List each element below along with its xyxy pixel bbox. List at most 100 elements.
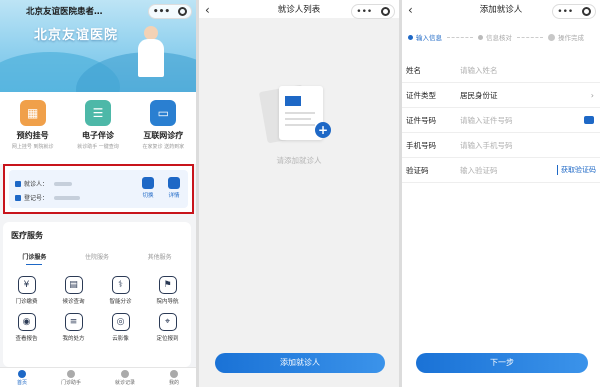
tab-inpatient[interactable]: 住院服务 [85,252,109,261]
triage-icon: ⚕ [111,276,130,294]
registration-row: 登记号： [15,193,81,202]
field-label: 验证码 [406,165,429,175]
service-triage[interactable]: ⚕ 智能分诊 [97,276,144,305]
home-icon [17,370,26,378]
registration-number-redacted [54,195,81,200]
quick-entry-subtitle: 网上挂号 到院就诊 [11,144,54,150]
tab-label: 我的 [168,380,179,386]
patient-name-row: 就诊人： [15,179,73,188]
add-icon: + [315,122,331,138]
tab-home[interactable]: 首页 [17,368,27,387]
tab-label: 首页 [16,380,27,386]
quick-entry-companion[interactable]: ☰ 电子伴诊 就诊助手 一键查询 [68,100,128,164]
more-icon[interactable]: ••• [356,7,372,17]
medical-services-card: 医疗服务 门诊服务 住院服务 其他服务 ¥ 门诊缴费 ▤ 候诊查询 ⚕ 智能分诊 ⚑ 院… [3,222,191,367]
medical-services-title: 医疗服务 [11,231,43,240]
verification-code-field[interactable]: 验证码 输入验证码 获取验证码 [402,158,600,183]
id-number-field[interactable]: 证件号码 请输入证件号码 [402,108,600,133]
add-patient-navbar: ‹ 添加就诊人 ••• [402,0,600,19]
progress-steps: 输入信息 信息核对 操作完成 [402,30,600,44]
location-icon: ⌖ [158,313,177,331]
phone-input[interactable]: 请输入手机号码 [460,140,513,151]
service-payment[interactable]: ¥ 门诊缴费 [3,276,50,305]
detail-label: 详情 [168,193,180,199]
id-type-select[interactable]: 居民身份证 [460,90,498,101]
tab-profile[interactable]: 我的 [169,368,179,387]
next-step-button[interactable]: 下一步 [416,353,588,373]
quick-entry-title: 预约挂号 [16,131,49,140]
close-miniapp-icon[interactable] [380,7,390,16]
more-icon[interactable]: ••• [153,7,170,17]
back-icon[interactable]: ‹ [205,3,210,17]
miniapp-capsule[interactable]: ••• [351,4,395,19]
service-label: 云影像 [112,336,129,342]
step-label: 输入信息 [416,34,442,42]
patient-detail-button[interactable]: 详情 [163,177,185,199]
document-line [285,124,315,126]
home-screen: 北京友谊医院 北京友谊医院患者… ••• ▦ 预约挂号 网上挂号 到院就诊 ☰ … [0,0,196,387]
person-icon [15,180,21,187]
service-cloud-imaging[interactable]: ◎ 云影像 [97,313,144,342]
service-label: 门诊缴费 [15,299,38,305]
field-label: 姓名 [406,65,421,75]
quick-entry-subtitle: 在家复诊 送药到家 [142,144,185,150]
close-miniapp-icon[interactable] [178,7,188,16]
service-label: 候诊查询 [62,299,85,305]
id-type-field[interactable]: 证件类型 居民身份证 › [402,83,600,108]
service-prescription[interactable]: ≡ 我的处方 [50,313,97,342]
step-dot-icon [408,34,413,40]
name-input[interactable]: 请输入姓名 [460,65,498,76]
navigation-icon: ⚑ [158,276,177,294]
doctor-illustration [138,26,164,77]
add-patient-button[interactable]: 添加就诊人 [215,353,385,373]
tab-records[interactable]: 就诊记录 [115,368,135,387]
service-grid: ¥ 门诊缴费 ▤ 候诊查询 ⚕ 智能分诊 ⚑ 院内导航 ◉ 查看报告 ≡ 我的处方 ◎ 云影像… [3,276,191,342]
miniapp-capsule[interactable]: ••• [148,4,192,19]
camera-scan-icon[interactable] [584,116,594,124]
close-miniapp-icon[interactable] [581,7,591,16]
patient-card-highlight: 就诊人： 登记号： 切换 详情 [3,164,194,214]
service-navigation[interactable]: ⚑ 院内导航 [144,276,191,305]
miniapp-capsule[interactable]: ••• [552,4,596,19]
more-icon[interactable]: ••• [557,7,573,17]
tab-other[interactable]: 其他服务 [148,252,172,261]
patient-card[interactable]: 就诊人： 登记号： 切换 详情 [9,170,188,208]
quick-entry-online-care[interactable]: ▭ 互联网诊疗 在家复诊 送药到家 [133,100,193,164]
service-report[interactable]: ◉ 查看报告 [3,313,50,342]
back-icon[interactable]: ‹ [408,3,413,17]
service-queue[interactable]: ▤ 候诊查询 [50,276,97,305]
name-field[interactable]: 姓名 请输入姓名 [402,58,600,83]
switch-icon [142,177,154,189]
tab-label: 门诊助手 [60,380,81,386]
get-code-button[interactable]: 获取验证码 [557,165,596,175]
phone-field[interactable]: 手机号码 请输入手机号码 [402,133,600,158]
tab-assistant[interactable]: 门诊助手 [61,368,81,387]
document-line [285,118,311,120]
calendar-icon: ▦ [19,100,46,126]
verification-code-input[interactable]: 输入验证码 [460,165,498,176]
chevron-right-icon[interactable]: › [591,91,594,100]
step-divider [447,36,473,38]
home-navbar: 北京友谊医院患者… ••• [0,0,196,22]
step-input: 输入信息 [408,32,442,42]
registration-label: 登记号： [24,195,49,202]
field-label: 证件号码 [406,115,436,125]
tab-outpatient[interactable]: 门诊服务 [22,252,46,265]
patient-list-navbar: ‹ 就诊人列表 ••• [199,0,399,19]
service-label: 智能分诊 [109,299,132,305]
tab-label: 就诊记录 [114,380,135,386]
patient-list-title: 就诊人列表 [277,5,321,15]
doctor-head [144,26,158,40]
prescription-icon: ≡ [64,313,83,331]
patient-label: 就诊人： [24,181,49,188]
patient-form: 姓名 请输入姓名 证件类型 居民身份证 › 证件号码 请输入证件号码 手机号码 … [402,58,600,183]
switch-patient-button[interactable]: 切换 [137,177,159,199]
profile-icon [169,370,178,378]
quick-entry-appointment[interactable]: ▦ 预约挂号 网上挂号 到院就诊 [3,100,63,164]
id-number-input[interactable]: 请输入证件号码 [460,115,513,126]
patient-list-screen: ‹ 就诊人列表 ••• + 请添加就诊人 添加就诊人 [199,0,399,387]
step-label: 操作完成 [558,34,584,42]
switch-label: 切换 [142,193,154,199]
check-circle-icon [548,33,555,41]
service-check-in[interactable]: ⌖ 定位报到 [144,313,191,342]
